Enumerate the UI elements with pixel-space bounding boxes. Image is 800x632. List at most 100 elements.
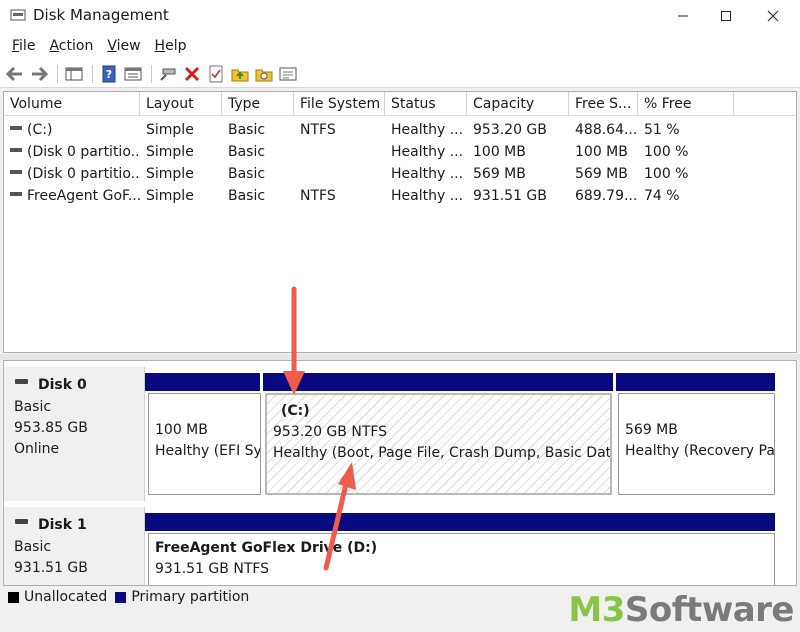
- disk-size: 931.51 GB: [14, 560, 88, 576]
- menu-view[interactable]: View: [101, 36, 146, 56]
- disk-management-icon: [10, 9, 26, 21]
- toolbar-separator: [92, 64, 93, 83]
- volume-drive-icon: [10, 170, 22, 174]
- volume-file-system: NTFS: [300, 122, 336, 138]
- volume-drive-icon: [10, 126, 22, 130]
- column-header-volume[interactable]: Volume: [4, 92, 140, 116]
- partition-title: (C:): [281, 403, 310, 419]
- folder-search-icon: [255, 69, 273, 81]
- legend-unallocated: Unallocated: [24, 589, 108, 605]
- partition-title: FreeAgent GoFlex Drive (D:): [155, 540, 378, 556]
- partition-recovery[interactable]: 569 MB Healthy (Recovery Pa: [618, 393, 775, 495]
- partition-status: Healthy (EFI Sy: [155, 443, 261, 459]
- forward-button[interactable]: [28, 63, 50, 85]
- column-header-capacity[interactable]: Capacity: [467, 92, 569, 116]
- back-button[interactable]: [4, 63, 26, 85]
- volume-name: (Disk 0 partitio...: [27, 166, 140, 182]
- volume-row[interactable]: (Disk 0 partitio... Simple Basic Healthy…: [4, 141, 796, 163]
- toolbar-separator: [57, 64, 58, 83]
- search-folder-button[interactable]: [253, 63, 275, 85]
- partition-bar-c: [263, 373, 613, 391]
- column-header-file-system[interactable]: File System: [294, 92, 385, 116]
- volume-name: (Disk 0 partitio...: [27, 144, 140, 160]
- volume-row[interactable]: (C:) Simple Basic NTFS Healthy ... 953.2…: [4, 119, 796, 141]
- watermark-m3: M3: [568, 590, 625, 630]
- column-header-status[interactable]: Status: [385, 92, 467, 116]
- window-title: Disk Management: [33, 6, 169, 24]
- check-disk-button[interactable]: [205, 63, 227, 85]
- volume-free-space: 488.64...: [575, 122, 638, 138]
- volume-file-system: NTFS: [300, 188, 336, 204]
- volume-status: Healthy ...: [391, 188, 464, 204]
- disk-1-label[interactable]: Disk 1 Basic 931.51 GB: [4, 507, 145, 585]
- properties-view-button[interactable]: [122, 63, 144, 85]
- maximize-icon: [721, 11, 731, 21]
- disk-status: Online: [14, 441, 60, 457]
- unallocated-swatch: [8, 591, 19, 603]
- menu-file[interactable]: File: [6, 36, 41, 56]
- volume-free-space: 689.79...: [575, 188, 638, 204]
- volume-status: Healthy ...: [391, 122, 464, 138]
- partition-bar-d: [145, 513, 775, 531]
- toolbar: ?: [0, 60, 800, 88]
- delete-button[interactable]: [181, 63, 203, 85]
- volume-row[interactable]: (Disk 0 partitio... Simple Basic Healthy…: [4, 163, 796, 185]
- volume-capacity: 569 MB: [473, 166, 526, 182]
- disk-size: 953.85 GB: [14, 420, 88, 436]
- volume-row[interactable]: FreeAgent GoF... Simple Basic NTFS Healt…: [4, 185, 796, 207]
- options-button[interactable]: [277, 63, 299, 85]
- volume-drive-icon: [10, 192, 22, 196]
- volume-list: Volume Layout Type File System Status Ca…: [3, 91, 797, 353]
- partition-bar-recovery: [616, 373, 775, 391]
- volume-capacity: 953.20 GB: [473, 122, 547, 138]
- close-button[interactable]: [750, 0, 796, 32]
- column-header-type[interactable]: Type: [222, 92, 294, 116]
- close-icon: [767, 10, 779, 22]
- volume-name: (C:): [27, 122, 53, 138]
- column-header-free-space[interactable]: Free S...: [569, 92, 638, 116]
- toolbar-separator: [151, 64, 152, 83]
- partition-size: 569 MB: [625, 422, 678, 438]
- delete-x-icon: [184, 66, 200, 81]
- column-header-layout[interactable]: Layout: [140, 92, 222, 116]
- show-hide-console-tree-button[interactable]: [63, 63, 85, 85]
- folder-up-icon: [231, 69, 249, 81]
- up-folder-button[interactable]: [229, 63, 251, 85]
- volume-layout: Simple: [146, 166, 194, 182]
- disk-0-label[interactable]: Disk 0 Basic 953.85 GB Online: [4, 367, 145, 501]
- volume-type: Basic: [228, 144, 266, 160]
- disk-type: Basic: [14, 399, 52, 415]
- volume-capacity: 100 MB: [473, 144, 526, 160]
- partition-status: Healthy (Recovery Pa: [625, 443, 775, 459]
- partition-bar-efi: [145, 373, 260, 391]
- back-arrow-icon: [6, 66, 22, 81]
- title-bar: Disk Management: [0, 0, 800, 32]
- partition-c-drive[interactable]: (C:) 953.20 GB NTFS Healthy (Boot, Page …: [265, 393, 612, 495]
- help-button[interactable]: ?: [98, 63, 120, 85]
- connect-drive-icon: [160, 68, 176, 81]
- console-tree-icon: [65, 67, 83, 80]
- column-header-percent-free[interactable]: % Free: [638, 92, 734, 116]
- disk-icon: [15, 379, 28, 384]
- partition-efi[interactable]: 100 MB Healthy (EFI Sy: [148, 393, 261, 495]
- disk-name: Disk 1: [38, 517, 87, 533]
- menu-action[interactable]: Action: [43, 36, 99, 56]
- volume-file-system: [294, 163, 385, 185]
- volume-layout: Simple: [146, 144, 194, 160]
- maximize-button[interactable]: [703, 0, 749, 32]
- options-list-icon: [279, 67, 297, 80]
- volume-layout: Simple: [146, 188, 194, 204]
- volume-percent-free: 100 %: [644, 166, 689, 182]
- volume-type: Basic: [228, 166, 266, 182]
- partition-size: 931.51 GB NTFS: [155, 561, 270, 577]
- minimize-button[interactable]: [660, 0, 706, 32]
- volume-percent-free: 74 %: [644, 188, 680, 204]
- menu-help[interactable]: Help: [149, 36, 193, 56]
- volume-percent-free: 51 %: [644, 122, 680, 138]
- connect-button[interactable]: [157, 63, 179, 85]
- partition-d-drive[interactable]: FreeAgent GoFlex Drive (D:) 931.51 GB NT…: [148, 533, 775, 585]
- volume-file-system: [294, 141, 385, 163]
- partition-status: Healthy (Boot, Page File, Crash Dump, Ba…: [273, 445, 612, 461]
- watermark-software: Software: [624, 590, 795, 630]
- menu-bar: File Action View Help: [0, 32, 800, 60]
